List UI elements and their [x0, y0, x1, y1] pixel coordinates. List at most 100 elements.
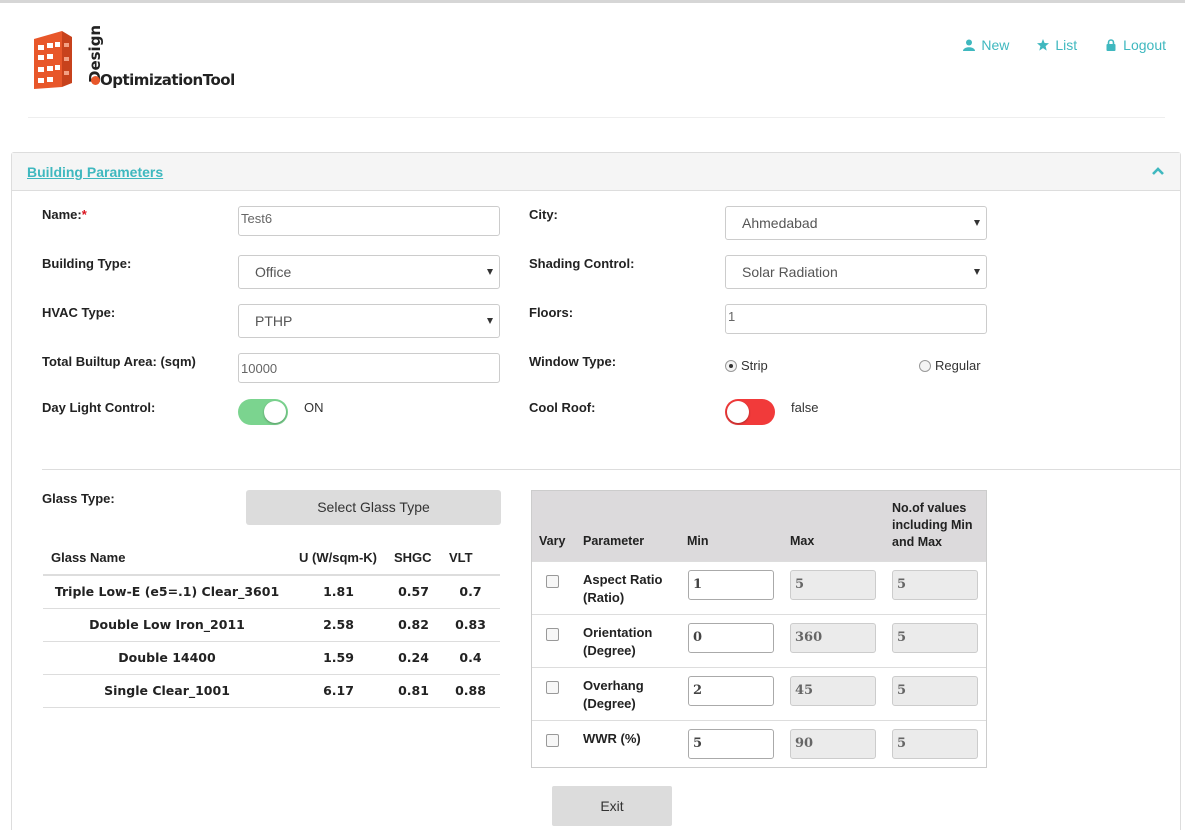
nav-list-label: List — [1055, 37, 1078, 53]
city-select[interactable]: Ahmedabad — [725, 206, 987, 240]
cool-roof-state: false — [791, 400, 819, 415]
panel-title-link[interactable]: Building Parameters — [27, 164, 163, 180]
glass-shgc: 0.24 — [386, 641, 441, 675]
glass-vlt: 0.83 — [441, 608, 500, 642]
table-row[interactable]: Triple Low-E (e5=.1) Clear_3601 1.81 0.5… — [43, 575, 500, 609]
caret-down-icon — [487, 269, 493, 275]
parameters-table-header: Vary Parameter Min Max No.of values incl… — [532, 491, 986, 561]
vary-checkbox[interactable] — [546, 681, 559, 694]
glass-name: Single Clear_1001 — [43, 674, 291, 708]
header-divider — [28, 117, 1165, 118]
panel-heading: Building Parameters — [12, 153, 1180, 191]
min-input[interactable]: 1 — [688, 570, 774, 600]
window-regular-radio[interactable]: Regular — [919, 358, 981, 373]
daylight-label: Day Light Control: — [42, 400, 156, 415]
nav-logout-link[interactable]: Logout — [1105, 37, 1166, 53]
exit-button[interactable]: Exit — [552, 786, 672, 826]
parameter-title: WWR (%) — [583, 731, 641, 746]
daylight-toggle[interactable] — [238, 399, 288, 425]
parameter-row: Orientation (Degree) 0 360 5 — [532, 614, 986, 667]
count-input: 5 — [892, 729, 978, 759]
logo-text-main: OptimizationTool — [100, 71, 235, 89]
glass-name: Triple Low-E (e5=.1) Clear_3601 — [43, 575, 291, 609]
count-input: 5 — [892, 623, 978, 653]
glass-shgc: 0.82 — [386, 608, 441, 642]
parameter-name: Orientation (Degree) — [583, 624, 652, 660]
area-input[interactable]: 10000 — [238, 353, 500, 383]
glass-vlt: 0.4 — [441, 641, 500, 675]
parameters-table: Vary Parameter Min Max No.of values incl… — [531, 490, 987, 768]
required-marker: * — [81, 207, 87, 222]
parameter-name: Aspect Ratio (Ratio) — [583, 571, 662, 607]
vary-checkbox[interactable] — [546, 575, 559, 588]
name-label-text: Name: — [42, 207, 82, 222]
shading-select[interactable]: Solar Radiation — [725, 255, 987, 289]
window-type-label: Window Type: — [529, 354, 617, 369]
min-input[interactable]: 5 — [688, 729, 774, 759]
building-type-select[interactable]: Office — [238, 255, 500, 289]
logo-dot — [91, 76, 100, 85]
floors-label: Floors: — [529, 305, 574, 320]
shading-label: Shading Control: — [529, 256, 635, 271]
parameter-title: Aspect Ratio — [583, 572, 663, 587]
parameter-title: Overhang — [583, 678, 644, 693]
nav-new-label: New — [981, 37, 1010, 53]
chevron-up-icon[interactable] — [1152, 165, 1164, 177]
nav-list-link[interactable]: List — [1037, 37, 1077, 53]
glass-u: 6.17 — [291, 674, 386, 708]
min-input[interactable]: 0 — [688, 623, 774, 653]
glass-type-label: Glass Type: — [42, 491, 115, 506]
building-type-value: Office — [255, 264, 292, 280]
col-count: No.of values including Min and Max — [892, 501, 973, 549]
city-label: City: — [529, 207, 558, 222]
glass-u: 2.58 — [291, 608, 386, 642]
hvac-type-label: HVAC Type: — [42, 305, 116, 320]
col-max: Max — [790, 534, 815, 548]
lock-icon — [1106, 39, 1116, 51]
parameter-unit: (Degree) — [583, 696, 636, 711]
vary-checkbox[interactable] — [546, 734, 559, 747]
nav-logout-label: Logout — [1123, 37, 1166, 53]
min-input[interactable]: 2 — [688, 676, 774, 706]
building-parameters-panel: Building Parameters Name:* Test6 Buildin… — [11, 152, 1181, 830]
glass-name: Double Low Iron_2011 — [43, 608, 291, 642]
nav-new-link[interactable]: New — [963, 37, 1009, 53]
glass-shgc: 0.57 — [386, 575, 441, 609]
max-input: 45 — [790, 676, 876, 706]
table-row[interactable]: Single Clear_1001 6.17 0.81 0.88 — [43, 674, 500, 708]
window-strip-radio[interactable]: Strip — [725, 358, 768, 373]
parameter-title: Orientation — [583, 625, 653, 640]
col-u-value: U (W/sqm-K) — [291, 540, 386, 576]
glass-vlt: 0.88 — [441, 674, 500, 708]
parameter-unit: (Degree) — [583, 643, 636, 658]
city-value: Ahmedabad — [742, 215, 818, 231]
cool-roof-label: Cool Roof: — [529, 400, 596, 415]
table-row[interactable]: Double 14400 1.59 0.24 0.4 — [43, 641, 500, 675]
col-vlt: VLT — [441, 540, 500, 576]
radio-empty-icon — [919, 359, 931, 372]
app-logo: Design OptimizationTool — [32, 25, 235, 91]
toggle-knob — [264, 401, 286, 423]
window-strip-label: Strip — [741, 358, 768, 373]
star-icon — [1037, 39, 1050, 51]
glass-u: 1.81 — [291, 575, 386, 609]
toggle-knob — [727, 401, 749, 423]
hvac-type-select[interactable]: PTHP — [238, 304, 500, 338]
cool-roof-toggle[interactable] — [725, 399, 775, 425]
floors-input[interactable]: 1 — [725, 304, 987, 334]
col-vary: Vary — [539, 534, 566, 548]
radio-selected-icon — [725, 359, 737, 372]
glass-shgc: 0.81 — [386, 674, 441, 708]
hvac-type-value: PTHP — [255, 313, 293, 329]
select-glass-type-button[interactable]: Select Glass Type — [246, 490, 501, 525]
building-type-label: Building Type: — [42, 256, 132, 271]
name-label: Name:* — [42, 207, 87, 222]
table-row[interactable]: Double Low Iron_2011 2.58 0.82 0.83 — [43, 608, 500, 642]
max-input: 90 — [790, 729, 876, 759]
col-parameter: Parameter — [583, 534, 645, 548]
user-icon — [963, 39, 976, 51]
parameter-unit: (Ratio) — [583, 590, 625, 605]
name-input[interactable]: Test6 — [238, 206, 500, 236]
vary-checkbox[interactable] — [546, 628, 559, 641]
section-divider — [42, 469, 1180, 470]
